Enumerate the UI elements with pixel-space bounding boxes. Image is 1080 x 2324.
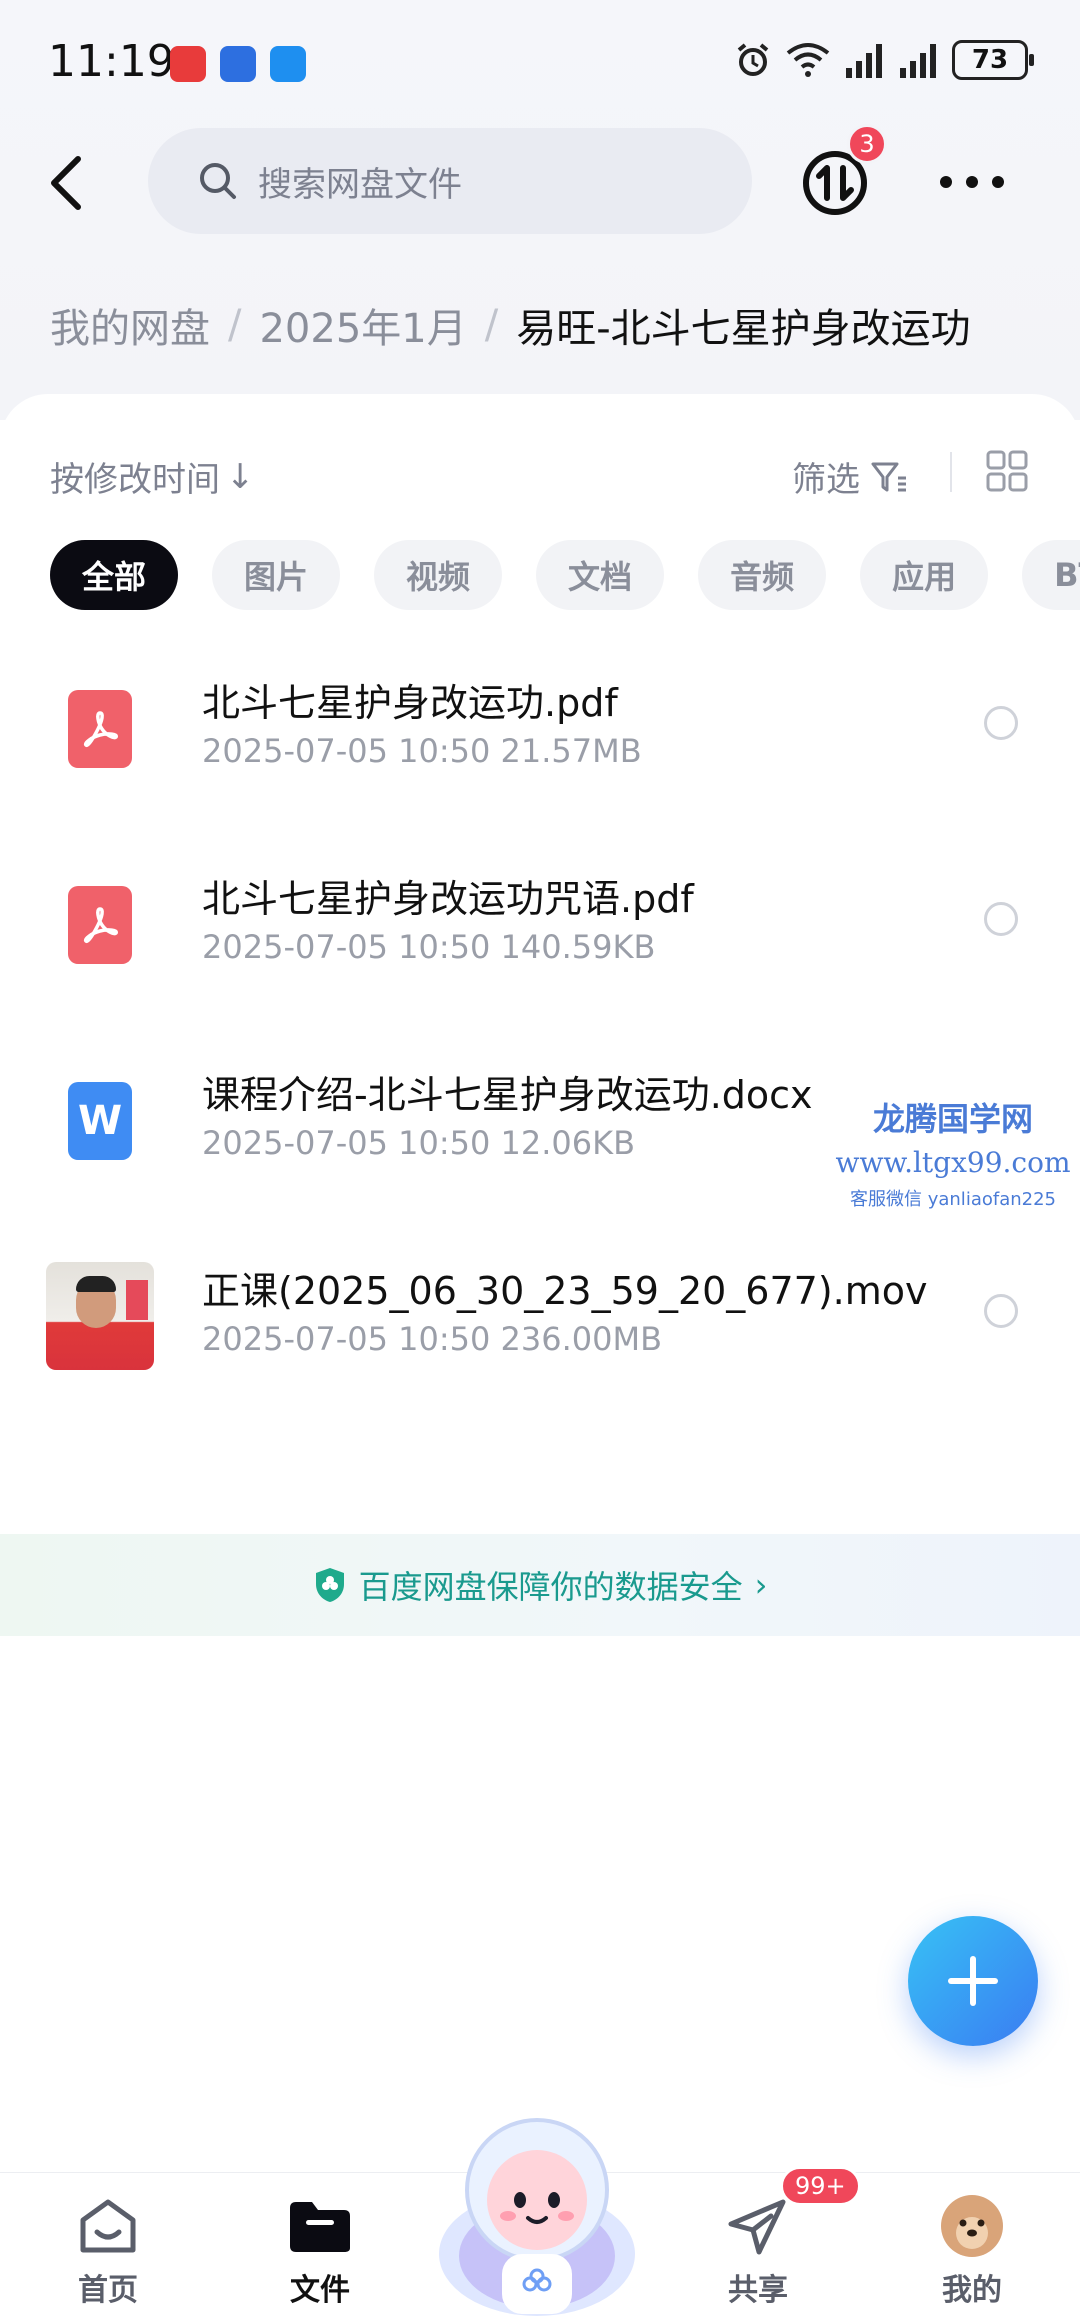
thumbnail-hair (76, 1276, 116, 1292)
transfer-badge: 3 (847, 124, 887, 164)
search-placeholder: 搜索网盘文件 (258, 164, 462, 205)
shield-icon (315, 1568, 344, 1602)
watermark-url: www.ltgx99.com (835, 1146, 1071, 1179)
breadcrumb-item-root[interactable]: 我的网盘 (50, 296, 210, 354)
dot-icon (966, 176, 978, 188)
chevron-right-icon: › (754, 1566, 768, 1604)
tab-apps[interactable]: 应用 (860, 540, 989, 610)
ai-assistant-mascot-button[interactable] (432, 2104, 642, 2324)
back-button[interactable] (36, 150, 96, 216)
filter-button[interactable]: 筛选 (792, 452, 908, 501)
nav-item-home[interactable]: 首页 (28, 2193, 188, 2309)
plus-icon (970, 1956, 976, 2006)
share-plane-icon (725, 2193, 791, 2259)
watermark-title: 龙腾国学网 (872, 1100, 1033, 1138)
home-icon (75, 2193, 141, 2259)
share-badge: 99+ (780, 2166, 861, 2206)
add-button[interactable] (908, 1916, 1038, 2046)
nav-label: 文件 (290, 2273, 350, 2308)
select-checkbox[interactable] (984, 902, 1018, 936)
nav-label: 首页 (78, 2273, 138, 2308)
battery-level: 73 (971, 45, 1009, 75)
weather-app-icon (270, 46, 306, 82)
breadcrumb-item-month[interactable]: 2025年1月 (259, 296, 466, 354)
tab-videos[interactable]: 视频 (374, 540, 503, 610)
search-input[interactable]: 搜索网盘文件 (148, 128, 752, 234)
tab-bt[interactable]: BT (1022, 540, 1080, 610)
file-name: 北斗七星护身改运功咒语.pdf (202, 877, 694, 921)
dot-icon (940, 176, 952, 188)
wifi-icon (786, 43, 830, 77)
file-meta: 2025-07-05 10:50 12.06KB (202, 1124, 636, 1162)
mascot-icon (439, 2118, 635, 2316)
category-tabs: 全部 图片 视频 文档 音频 应用 BT (50, 540, 1080, 610)
alarm-icon (737, 43, 769, 76)
status-right: 73 (734, 40, 1034, 80)
file-row[interactable]: 北斗七星护身改运功.pdf 2025-07-05 10:50 21.57MB (0, 652, 1080, 848)
file-meta: 2025-07-05 10:50 236.00MB (202, 1320, 663, 1358)
tab-all[interactable]: 全部 (50, 540, 179, 610)
file-row[interactable]: 正课(2025_06_30_23_59_20_677).mov 2025-07-… (0, 1240, 1080, 1436)
huawei-app-icon (170, 46, 206, 82)
select-checkbox[interactable] (984, 706, 1018, 740)
folder-icon (287, 2193, 353, 2259)
signal-2-icon (900, 44, 936, 78)
sort-label: 按修改时间 (50, 460, 220, 500)
security-text: 百度网盘保障你的数据安全 (358, 1568, 743, 1606)
thumbnail-poster (126, 1280, 148, 1320)
signal-1-icon (846, 44, 882, 78)
hand-app-icon (220, 46, 256, 82)
dot-icon (992, 176, 1004, 188)
more-options-button[interactable] (940, 160, 1004, 204)
security-banner[interactable]: 百度网盘保障你的数据安全 › (0, 1534, 1080, 1636)
chevron-left-icon (51, 156, 81, 210)
tab-images[interactable]: 图片 (212, 540, 341, 610)
breadcrumb-separator: / (228, 302, 242, 348)
file-name: 北斗七星护身改运功.pdf (202, 681, 618, 725)
file-name: 课程介绍-北斗七星护身改运功.docx (202, 1073, 813, 1117)
pdf-icon (68, 690, 132, 768)
battery-indicator: 73 (952, 40, 1034, 80)
nav-item-files[interactable]: 文件 (240, 2193, 400, 2309)
nav-label: 共享 (728, 2273, 788, 2308)
status-time: 11:19 (48, 36, 175, 87)
nav-item-share[interactable]: 共享 (678, 2193, 838, 2309)
select-checkbox[interactable] (984, 1294, 1018, 1328)
video-thumbnail (46, 1262, 154, 1370)
filter-icon (871, 462, 906, 491)
file-name: 正课(2025_06_30_23_59_20_677).mov (202, 1269, 928, 1313)
status-bar: 11:19 73 (0, 0, 1080, 130)
nav-item-profile[interactable]: 我的 (892, 2193, 1052, 2309)
grid-view-button[interactable] (986, 450, 1028, 492)
breadcrumb: 我的网盘 / 2025年1月 / 易旺-北斗七星护身改运功 (50, 296, 971, 354)
grid-view-icon (986, 450, 1028, 492)
sort-arrow-icon: ↓ (226, 456, 255, 497)
nav-label: 我的 (942, 2273, 1002, 2308)
file-meta: 2025-07-05 10:50 140.59KB (202, 928, 656, 966)
tab-audio[interactable]: 音频 (698, 540, 827, 610)
file-meta: 2025-07-05 10:50 21.57MB (202, 732, 642, 770)
pdf-icon (68, 886, 132, 964)
sort-button[interactable]: 按修改时间 ↓ (50, 452, 255, 501)
toolbar-divider (950, 452, 952, 492)
tab-documents[interactable]: 文档 (536, 540, 665, 610)
word-doc-icon: W (68, 1082, 132, 1160)
breadcrumb-current: 易旺-北斗七星护身改运功 (516, 306, 971, 352)
avatar-icon (939, 2193, 1005, 2259)
watermark-contact: 客服微信 yanliaofan225 (850, 1189, 1056, 1210)
search-icon (200, 163, 236, 199)
watermark: 龙腾国学网 www.ltgx99.com 客服微信 yanliaofan225 (826, 1094, 1080, 1211)
file-row[interactable]: 北斗七星护身改运功咒语.pdf 2025-07-05 10:50 140.59K… (0, 848, 1080, 1044)
filter-label: 筛选 (792, 460, 860, 500)
breadcrumb-separator: / (484, 302, 499, 348)
